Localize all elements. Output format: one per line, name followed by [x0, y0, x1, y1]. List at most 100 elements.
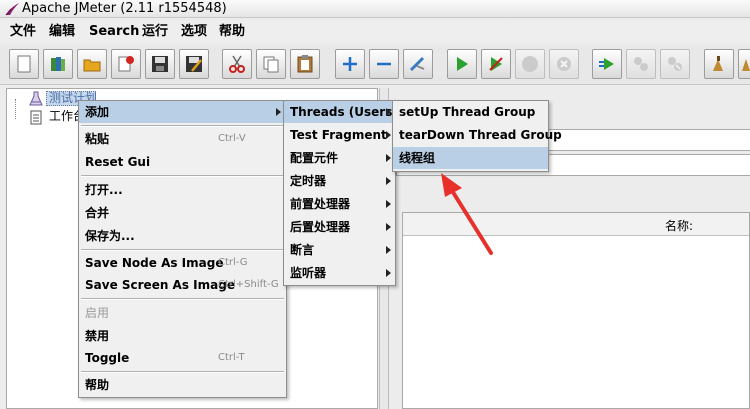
workbench-icon [30, 110, 42, 125]
expand-all-button[interactable] [335, 49, 365, 79]
menu-item-setup-thread-group[interactable]: setUp Thread Group [393, 101, 548, 123]
menu-separator [81, 249, 284, 251]
menu-item-timer[interactable]: 定时器 [284, 170, 395, 192]
menu-item-label: 添加 [85, 105, 110, 119]
menu-item-label: 监听器 [290, 266, 327, 280]
tree-connector [15, 99, 16, 119]
submenu-arrow-icon [386, 223, 391, 231]
remote-start-button[interactable] [592, 49, 622, 79]
submenu-arrow-icon [386, 154, 391, 162]
menu-item-label: Reset Gui [85, 155, 151, 169]
menu-item-help[interactable]: 帮助 [79, 374, 286, 396]
menu-item-label: Toggle [85, 351, 130, 365]
menu-item-add[interactable]: 添加 [79, 101, 286, 123]
menu-item-open[interactable]: 打开... [79, 179, 286, 201]
paste-icon [297, 55, 313, 73]
templates-button[interactable] [43, 49, 73, 79]
toggle-button[interactable] [403, 49, 433, 79]
clear-button[interactable] [704, 49, 734, 79]
menu-item-disable[interactable]: 禁用 [79, 325, 286, 347]
menu-item-label: tearDown Thread Group [399, 128, 562, 142]
menu-item-label: 帮助 [85, 378, 110, 392]
stop-button[interactable] [515, 49, 545, 79]
new-button[interactable] [9, 49, 39, 79]
menu-search[interactable]: Search [89, 24, 139, 40]
cut-button[interactable] [222, 49, 252, 79]
menu-item-label: Threads (Users) [290, 105, 398, 119]
table-header: 名称: [403, 213, 749, 236]
close-button[interactable] [111, 49, 141, 79]
menu-separator [81, 298, 284, 300]
menu-item-enable[interactable]: 启用 [79, 302, 286, 324]
menu-run[interactable]: 运行 [142, 24, 168, 40]
menu-item-paste[interactable]: 粘贴 Ctrl-V [79, 128, 286, 150]
remote-shutdown-button[interactable] [660, 49, 690, 79]
menu-bar: 文件 编辑 Search 运行 选项 帮助 [0, 21, 750, 43]
open-icon [83, 59, 101, 72]
user-defined-variables-table[interactable]: 名称: [402, 212, 750, 409]
paste-button[interactable] [290, 49, 320, 79]
open-button[interactable] [77, 49, 107, 79]
test-plan-icon [29, 91, 43, 106]
menu-edit[interactable]: 编辑 [49, 24, 75, 40]
new-icon [17, 55, 31, 73]
menu-item-listener[interactable]: 监听器 [284, 262, 395, 284]
toolbar [0, 45, 750, 85]
start-button[interactable] [447, 49, 477, 79]
menu-item-assertion[interactable]: 断言 [284, 239, 395, 261]
menu-item-teardown-thread-group[interactable]: tearDown Thread Group [393, 124, 562, 146]
menu-separator [81, 125, 284, 127]
shutdown-icon [557, 57, 571, 71]
menu-item-toggle[interactable]: Toggle Ctrl-T [79, 347, 286, 369]
menu-item-test-fragment[interactable]: Test Fragment [284, 124, 395, 146]
jmeter-feather-icon [5, 3, 19, 16]
menu-item-thread-group[interactable]: 线程组 [393, 147, 548, 169]
save-button[interactable] [145, 49, 175, 79]
menu-item-shortcut: Ctrl-T [218, 352, 245, 363]
stop-icon [522, 56, 538, 72]
close-icon [118, 56, 134, 72]
menu-item-pre-processor[interactable]: 前置处理器 [284, 193, 395, 215]
menu-item-label: Save Screen As Image [85, 278, 235, 292]
menu-item-shortcut: Ctrl-V [218, 133, 246, 144]
start-icon [457, 57, 468, 71]
remote-stop-button[interactable] [626, 49, 656, 79]
menu-item-label: 保存为... [85, 229, 135, 243]
menu-item-threads-users[interactable]: Threads (Users) [284, 101, 398, 123]
menu-help[interactable]: 帮助 [219, 24, 245, 40]
menu-item-save-screen-as-image[interactable]: Save Screen As Image Ctrl+Shift-G [79, 274, 286, 296]
submenu-arrow-icon [276, 108, 281, 116]
menu-item-post-processor[interactable]: 后置处理器 [284, 216, 395, 238]
menu-item-label: 定时器 [290, 174, 327, 188]
submenu-arrow-icon [386, 108, 391, 116]
copy-icon [263, 56, 279, 73]
cut-icon [229, 55, 245, 73]
threads-submenu: setUp Thread Group tearDown Thread Group… [392, 100, 562, 172]
templates-icon [51, 57, 65, 71]
toggle-icon [409, 56, 425, 72]
menu-item-label: 配置元件 [290, 151, 339, 165]
start-no-pause-button[interactable] [481, 49, 511, 79]
menu-file[interactable]: 文件 [10, 24, 36, 40]
menu-item-label: 前置处理器 [290, 197, 351, 211]
save-as-button[interactable] [179, 49, 209, 79]
menu-item-reset-gui[interactable]: Reset Gui [79, 151, 286, 173]
context-menu: 添加 粘贴 Ctrl-V Reset Gui 打开... 合并 保存为... S… [78, 100, 287, 398]
add-submenu: Threads (Users) Test Fragment 配置元件 定时器 前… [283, 100, 398, 286]
menu-item-save-as[interactable]: 保存为... [79, 225, 286, 247]
menu-options[interactable]: 选项 [181, 24, 207, 40]
copy-button[interactable] [256, 49, 286, 79]
menu-item-config-element[interactable]: 配置元件 [284, 147, 395, 169]
menu-item-shortcut: Ctrl-G [218, 257, 248, 268]
menu-item-label: setUp Thread Group [399, 105, 536, 119]
table-header-name: 名称: [665, 219, 694, 233]
menu-separator [81, 175, 284, 177]
menu-item-label: 打开... [85, 183, 123, 197]
clear-all-button[interactable] [738, 49, 750, 79]
save-as-icon [186, 56, 202, 72]
shutdown-button[interactable] [549, 49, 579, 79]
menu-item-save-node-as-image[interactable]: Save Node As Image Ctrl-G [79, 252, 286, 274]
menu-item-merge[interactable]: 合并 [79, 202, 286, 224]
collapse-all-button[interactable] [369, 49, 399, 79]
collapse-icon [377, 62, 391, 66]
